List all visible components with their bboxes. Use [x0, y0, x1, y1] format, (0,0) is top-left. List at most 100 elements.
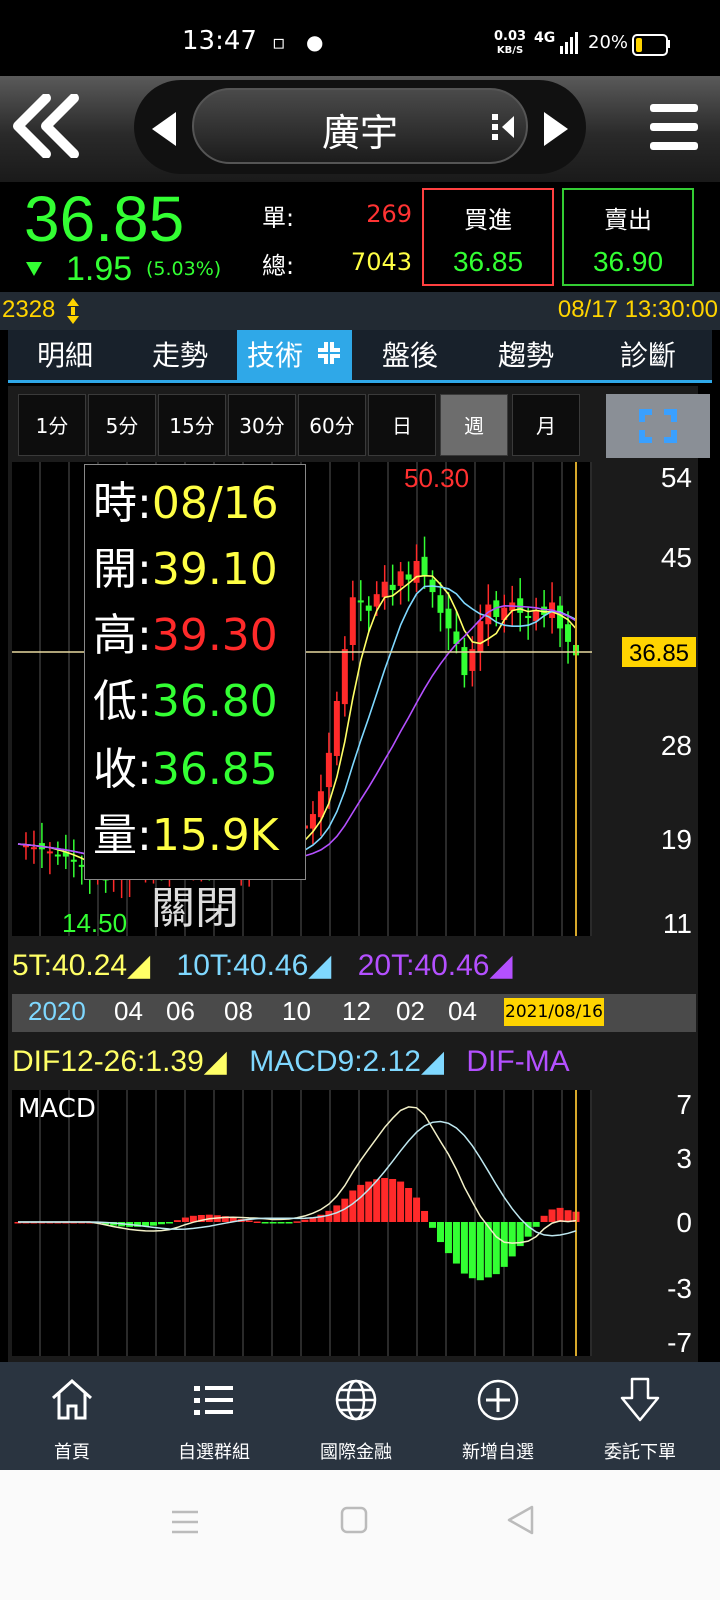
candle-body — [46, 851, 53, 854]
macd-bar — [421, 1210, 429, 1222]
candle-body — [365, 605, 372, 611]
ohlc-close-label: 收: — [93, 744, 152, 795]
caret-icon: ◢ — [127, 949, 151, 982]
macd-bar — [564, 1210, 572, 1222]
candle-body — [357, 600, 364, 603]
ma20-value: 20T:40.46 — [357, 949, 490, 982]
macd-bar — [245, 1220, 253, 1223]
ma10-value: 10T:40.46 — [176, 949, 309, 982]
dif-value: DIF12-26:1.39 — [12, 1045, 204, 1078]
nav-add-watchlist-label: 新增自選 — [462, 1442, 534, 1463]
macd-bar — [301, 1219, 309, 1222]
candle-body — [421, 556, 428, 577]
macd-bar — [508, 1222, 516, 1257]
max-price-label: 50.30 — [404, 463, 469, 493]
nav-international-finance[interactable]: 國際金融 — [284, 1362, 428, 1470]
macd-title: MACD — [18, 1094, 96, 1124]
macd-bar — [556, 1207, 564, 1222]
macd-bar — [468, 1222, 476, 1279]
price-y-tick: 54 — [661, 462, 692, 493]
ohlc-time-value: 08/16 — [151, 478, 279, 529]
caret-icon: ◢ — [420, 1045, 445, 1078]
macd-bar — [460, 1222, 468, 1274]
macd-bar — [405, 1188, 413, 1222]
bottom-nav: 首頁 自選群組 國際金融 新增自選 委託下單 — [0, 1362, 720, 1470]
candle-body — [525, 615, 532, 619]
date-label: 2020 — [28, 996, 86, 1026]
macd-bar — [181, 1217, 189, 1222]
candle-body — [373, 594, 380, 607]
ohlc-volume-value: 15.9K — [151, 810, 279, 861]
macd-bar — [540, 1215, 548, 1222]
nav-add-watchlist[interactable]: 新增自選 — [426, 1362, 570, 1470]
home-icon — [51, 1378, 93, 1420]
macd-y-tick: 0 — [676, 1207, 692, 1238]
list-icon — [194, 1386, 233, 1415]
ohlc-low-value: 36.80 — [151, 676, 278, 727]
caret-icon: ◢ — [203, 1045, 227, 1078]
macd-bar — [397, 1181, 405, 1222]
system-nav-bar — [0, 1470, 720, 1600]
date-label: 04 — [448, 996, 477, 1026]
macd-bar — [277, 1222, 285, 1224]
macd-y-tick: -7 — [667, 1327, 692, 1358]
macd-bar — [452, 1222, 460, 1264]
candle-body — [397, 571, 404, 586]
nav-watchlist-groups[interactable]: 自選群組 — [142, 1362, 286, 1470]
macd-legend: DIF12-26:1.39◢ MACD9:2.12◢ DIF-MA — [12, 1040, 596, 1084]
macd-bar — [548, 1209, 556, 1222]
macd-bar — [413, 1197, 421, 1222]
macd-bar — [349, 1190, 357, 1222]
globe-icon — [335, 1379, 377, 1421]
nav-place-order-label: 委託下單 — [604, 1442, 676, 1463]
date-label: 10 — [282, 996, 311, 1026]
candle-body — [381, 581, 388, 598]
date-axis: 2020 04 06 08 10 12 02 04 2021/08/16 — [12, 994, 696, 1032]
nav-place-order[interactable]: 委託下單 — [568, 1362, 712, 1470]
candle-body — [333, 701, 340, 756]
caret-icon: ◢ — [308, 949, 332, 982]
date-label: 04 — [114, 996, 143, 1026]
ohlc-open-label: 開: — [93, 544, 152, 595]
candle-body — [405, 574, 412, 580]
macd-bar — [173, 1220, 181, 1222]
ohlc-low-label: 低: — [93, 676, 152, 727]
nav-home[interactable]: 首頁 — [0, 1362, 144, 1470]
candle-body — [325, 752, 332, 788]
date-label: 06 — [166, 996, 195, 1026]
macd-bar — [293, 1221, 301, 1223]
candle-body — [389, 584, 396, 591]
ma-legend: 5T:40.24◢ 10T:40.46◢ 20T:40.46◢ — [12, 944, 596, 988]
candle-body — [437, 595, 444, 613]
plus-circle-icon — [477, 1379, 519, 1421]
price-y-tick: 11 — [663, 908, 692, 939]
ohlc-close-value: 36.85 — [151, 744, 278, 795]
macd-bar — [285, 1222, 293, 1224]
ohlc-open-value: 39.10 — [151, 544, 278, 595]
macd-y-tick: 3 — [676, 1143, 692, 1174]
candle-body — [341, 649, 348, 705]
ohlc-volume-label: 量: — [93, 810, 152, 861]
caret-icon: ◢ — [489, 949, 513, 982]
macd-bar — [476, 1222, 484, 1281]
recents-icon[interactable] — [170, 1508, 200, 1540]
selected-date-badge: 2021/08/16 — [504, 998, 604, 1026]
close-tooltip-button[interactable]: 關閉 — [84, 880, 306, 938]
date-label: 08 — [224, 996, 253, 1026]
price-y-tick: 28 — [661, 730, 692, 761]
macd-bar — [357, 1184, 365, 1222]
candle-body — [445, 608, 452, 629]
macd-bar — [253, 1221, 261, 1223]
nav-international-finance-label: 國際金融 — [320, 1442, 392, 1463]
current-price-tag: 36.85 — [629, 640, 689, 667]
ohlc-time-label: 時: — [93, 478, 152, 529]
back-button-icon[interactable] — [506, 1504, 536, 1540]
candle-body — [70, 859, 77, 862]
macd-bar — [429, 1222, 437, 1228]
home-button-icon[interactable] — [340, 1506, 370, 1540]
nav-home-label: 首頁 — [54, 1442, 90, 1463]
macd-bar — [389, 1178, 397, 1222]
macd-bar — [261, 1222, 269, 1224]
macd-bar — [436, 1222, 444, 1243]
price-y-tick: 19 — [661, 824, 692, 855]
